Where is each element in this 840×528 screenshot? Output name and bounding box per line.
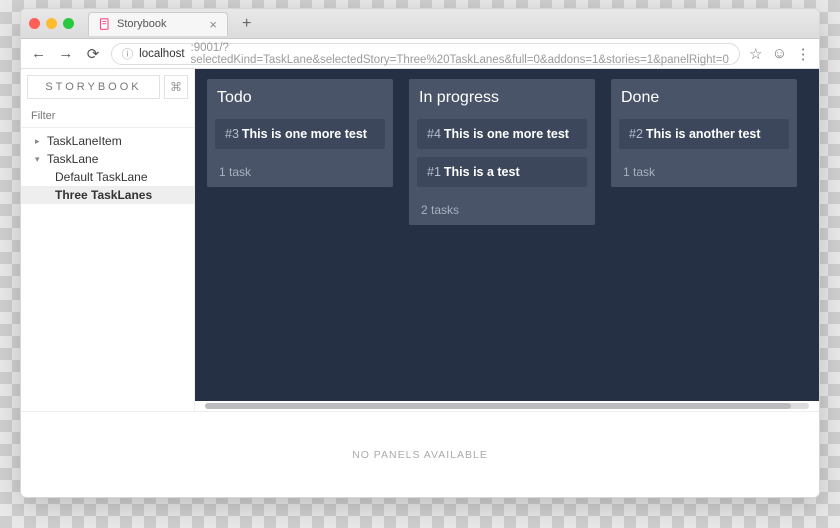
chevron-right-icon: ▸ xyxy=(35,136,43,147)
task-card[interactable]: #2This is another test xyxy=(619,119,789,149)
story-tree: ▸ TaskLaneItem ▾ TaskLane Default TaskLa… xyxy=(21,128,194,208)
task-lane-done[interactable]: Done #2This is another test 1 task xyxy=(611,79,797,187)
filter-input[interactable] xyxy=(21,105,194,128)
tree-group-tasklaneitem[interactable]: ▸ TaskLaneItem xyxy=(21,132,194,150)
tree-item-label: Three TaskLanes xyxy=(55,188,152,202)
new-tab-button[interactable]: + xyxy=(236,15,257,33)
task-card[interactable]: #3This is one more test xyxy=(215,119,385,149)
task-id: #4 xyxy=(427,127,441,141)
task-id: #1 xyxy=(427,165,441,179)
browser-window: Storybook × + ← → ⟳ ⓘ localhost :9001/?se… xyxy=(20,8,820,498)
task-title: This is one more test xyxy=(242,127,367,141)
tree-item-default-tasklane[interactable]: Default TaskLane xyxy=(21,168,194,186)
tree-group-tasklane[interactable]: ▾ TaskLane xyxy=(21,150,194,168)
tab-bar: Storybook × + xyxy=(21,9,819,39)
tree-label: TaskLaneItem xyxy=(47,134,122,148)
browser-menu-icon[interactable]: ⋮ xyxy=(795,45,811,63)
close-tab-icon[interactable]: × xyxy=(209,18,217,31)
addons-panel: NO PANELS AVAILABLE xyxy=(21,411,819,497)
forward-button[interactable]: → xyxy=(56,43,75,65)
lane-title: Done xyxy=(621,89,787,107)
maximize-window-button[interactable] xyxy=(63,18,74,29)
task-title: This is another test xyxy=(646,127,761,141)
storybook-favicon-icon xyxy=(99,18,111,30)
task-id: #3 xyxy=(225,127,239,141)
lane-count: 1 task xyxy=(215,157,385,179)
preview-pane: Todo #3This is one more test 1 task In p… xyxy=(195,69,819,411)
storybook-app: STORYBOOK ⌘ ▸ TaskLaneItem ▾ TaskLane De… xyxy=(21,69,819,497)
task-title: This is a test xyxy=(444,165,520,179)
tree-label: TaskLane xyxy=(47,152,98,166)
horizontal-scrollbar[interactable] xyxy=(205,403,809,409)
profile-icon[interactable]: ☺ xyxy=(772,45,788,63)
story-canvas: Todo #3This is one more test 1 task In p… xyxy=(195,69,819,401)
lane-count: 1 task xyxy=(619,157,789,179)
url-path: :9001/?selectedKind=TaskLane&selectedSto… xyxy=(191,42,729,66)
close-window-button[interactable] xyxy=(29,18,40,29)
lane-title: Todo xyxy=(217,89,383,107)
reload-button[interactable]: ⟳ xyxy=(83,43,102,65)
minimize-window-button[interactable] xyxy=(46,18,57,29)
sidebar: STORYBOOK ⌘ ▸ TaskLaneItem ▾ TaskLane De… xyxy=(21,69,195,411)
task-id: #2 xyxy=(629,127,643,141)
tree-item-three-tasklanes[interactable]: Three TaskLanes xyxy=(21,186,194,204)
address-bar[interactable]: ⓘ localhost :9001/?selectedKind=TaskLane&… xyxy=(111,43,740,65)
storybook-logo-button[interactable]: STORYBOOK xyxy=(27,75,160,99)
bookmark-star-icon[interactable]: ☆ xyxy=(748,45,764,63)
back-button[interactable]: ← xyxy=(29,43,48,65)
window-controls xyxy=(29,18,74,29)
app-top: STORYBOOK ⌘ ▸ TaskLaneItem ▾ TaskLane De… xyxy=(21,69,819,411)
task-lane-in-progress[interactable]: In progress #4This is one more test #1Th… xyxy=(409,79,595,225)
task-card[interactable]: #4This is one more test xyxy=(417,119,587,149)
address-bar-row: ← → ⟳ ⓘ localhost :9001/?selectedKind=Tas… xyxy=(21,39,819,69)
shortcuts-button[interactable]: ⌘ xyxy=(164,75,188,99)
browser-tab[interactable]: Storybook × xyxy=(88,12,228,36)
task-lane-todo[interactable]: Todo #3This is one more test 1 task xyxy=(207,79,393,187)
site-info-icon[interactable]: ⓘ xyxy=(122,46,134,62)
task-card[interactable]: #1This is a test xyxy=(417,157,587,187)
tree-item-label: Default TaskLane xyxy=(55,170,148,184)
tab-title: Storybook xyxy=(117,18,203,30)
lane-title: In progress xyxy=(419,89,585,107)
task-title: This is one more test xyxy=(444,127,569,141)
chevron-down-icon: ▾ xyxy=(35,154,43,165)
sidebar-header: STORYBOOK ⌘ xyxy=(21,69,194,105)
url-host: localhost xyxy=(139,48,184,60)
lane-count: 2 tasks xyxy=(417,195,587,217)
addons-empty-message: NO PANELS AVAILABLE xyxy=(352,449,488,461)
